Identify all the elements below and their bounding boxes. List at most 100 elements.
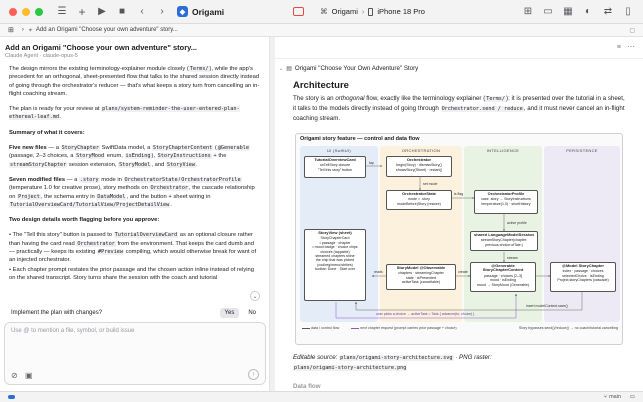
next-section-heading: Data flow	[293, 383, 321, 390]
yes-button[interactable]: Yes	[219, 308, 240, 318]
edge-label: create	[458, 270, 468, 274]
status-indicator-icon[interactable]	[8, 395, 15, 399]
document-icon: ▤	[286, 66, 292, 72]
scroll-down-button[interactable]: ⌄	[250, 291, 260, 301]
filter-icon[interactable]: ≡	[617, 44, 621, 51]
prompt-question: Implement the plan with changes?	[11, 310, 103, 316]
chat-heading: Two design details worth flagging before…	[9, 217, 160, 224]
chat-paragraph: • Each chapter prompt restates the prior…	[9, 266, 255, 281]
scheme-icon: ⌘	[320, 7, 328, 16]
device-icon	[368, 7, 374, 16]
attach-icon[interactable]: ⊘	[11, 371, 18, 380]
status-bar: ⑂ main ▭	[0, 391, 643, 402]
edge-label: insert modelContext.save()	[526, 304, 568, 308]
edge-label: reads	[374, 270, 383, 274]
edge-label: user picks a choice → activeTask = Task …	[376, 312, 475, 316]
chevron-right-icon: ›	[361, 7, 365, 16]
chat-heading: Summary of what it covers:	[9, 129, 85, 136]
chat-transcript: The design mirrors the existing terminol…	[9, 65, 261, 289]
document-pane: ≡ ⋯ ⌄ ▤ Origami "Choose Your Own Adventu…	[275, 37, 643, 391]
node-story-view: StoryView (sheet) StoryChapterCard • pass…	[304, 229, 366, 301]
panel-toggle-icon[interactable]: ▭	[630, 394, 635, 400]
approval-prompt: Implement the plan with changes? Yes No	[5, 306, 265, 320]
chat-paragraph: Seven modified files — a .story mode in …	[9, 176, 255, 208]
input-placeholder: Use @ to mention a file, symbol, or buil…	[11, 328, 135, 334]
branch-icon: ⑂	[603, 394, 608, 400]
scheme-selector[interactable]: ⌘ Origami › iPhone 18 Pro	[320, 7, 425, 16]
project-name: Origami	[192, 6, 225, 17]
node-orchestrator: Orchestrator begin(Story) · dismissStory(…	[386, 156, 452, 177]
edge-label: set mode	[423, 182, 437, 186]
origami-app-icon: ◆	[177, 6, 188, 17]
chat-paragraph: Five new files — a StoryChapter SwiftDat…	[9, 145, 251, 168]
inspector-icon[interactable]: ▯	[621, 5, 635, 19]
png-source-path[interactable]: plans/origami-story-architecture.png	[293, 365, 408, 371]
traffic-lights	[9, 7, 43, 16]
node-language-model-session: shared LanguageModelSession streamStoryCh…	[470, 231, 538, 251]
node-orchestrator-state: OrchestratorState mode = .story modeBefor…	[386, 190, 452, 210]
architecture-diagram: Origami story feature — control and data…	[295, 133, 623, 345]
conversation-pane: Add an Origami "Choose your own adventur…	[0, 37, 270, 391]
tab-label: Add an Origami "Choose your own adventur…	[35, 27, 178, 33]
close-window-button[interactable]	[9, 7, 17, 16]
send-button[interactable]: ↑	[248, 369, 259, 380]
library-icon[interactable]: ⊞	[521, 5, 535, 19]
diagram-legend: data / control flow next chapter request…	[302, 326, 618, 330]
branch-name: main	[609, 394, 621, 400]
editor-tab-bar: ⊞ › ✦ Add an Origami "Choose your own ad…	[0, 24, 643, 37]
grid-icon[interactable]: ⊞	[8, 26, 14, 34]
project-title[interactable]: ◆ Origami	[177, 6, 224, 17]
back-icon[interactable]: ‹	[135, 5, 149, 19]
chat-paragraph: The design mirrors the existing terminol…	[9, 66, 260, 97]
minimize-window-button[interactable]	[22, 7, 30, 16]
layout-icon[interactable]: ▭	[541, 5, 555, 19]
agent-icon: ✦	[27, 27, 33, 34]
doc-paragraph: The story is an orthogonal flow, exactly…	[293, 95, 625, 122]
disclosure-icon: ⌄	[279, 65, 284, 72]
toggle-icon[interactable]: ◐	[581, 5, 595, 19]
swap-icon[interactable]: ⇄	[601, 5, 615, 19]
app-window: ☰ + ▶ ■ ‹ › ◆ Origami ⌘ Origami › iPhone…	[0, 0, 643, 402]
more-icon[interactable]: ⋯	[627, 42, 635, 51]
lock-icon[interactable]: ▢	[629, 27, 635, 34]
section-heading: Architecture	[293, 80, 349, 91]
add-icon[interactable]: +	[75, 5, 89, 19]
legend-item: next chapter request (prompt carries pri…	[351, 326, 457, 330]
svg-source-path[interactable]: plans/origami-story-architecture.svg	[339, 355, 454, 361]
archive-icon[interactable]: ▦	[561, 5, 575, 19]
document-title: Origami "Choose Your Own Adventure" Stor…	[294, 65, 419, 72]
zoom-window-button[interactable]	[35, 7, 43, 16]
message-input[interactable]: Use @ to mention a file, symbol, or buil…	[4, 322, 266, 385]
agent-tab[interactable]: ✦ Add an Origami "Choose your own advent…	[28, 27, 178, 34]
title-bar: ☰ + ▶ ■ ‹ › ◆ Origami ⌘ Origami › iPhone…	[0, 0, 643, 24]
document-body: Architecture The story is an orthogonal …	[293, 81, 625, 123]
branch-indicator[interactable]: ⑂ main	[604, 394, 621, 400]
run-icon[interactable]: ▶	[95, 5, 109, 19]
source-note: Editable source: plans/origami-story-arc…	[293, 354, 492, 371]
no-button[interactable]: No	[243, 308, 261, 318]
edge-label: stream	[507, 256, 518, 260]
context-icon[interactable]: ▣	[25, 371, 33, 380]
node-story-chapter-model: @Model StoryChapter index · passage · cho…	[550, 262, 616, 292]
sidebar-toggle-icon[interactable]: ☰	[55, 5, 69, 19]
node-tutorial-overview-card: TutorialOverviewCard onTellStory closure …	[304, 156, 366, 178]
device-name: iPhone 18 Pro	[377, 7, 425, 16]
chat-paragraph: • The "Tell this story" button is passed…	[9, 232, 257, 264]
legend-item: Story bypasses send()/reduce() → no coac…	[518, 326, 618, 330]
conversation-subtitle: Claude Agent · claude-opus-5	[5, 53, 78, 59]
notifications-icon[interactable]	[293, 7, 305, 16]
forward-icon[interactable]: ›	[155, 5, 169, 19]
chat-paragraph: The plan is ready for your review at pla…	[9, 106, 240, 121]
document-header[interactable]: ⌄ ▤ Origami "Choose Your Own Adventure" …	[279, 65, 418, 72]
legend-item: data / control flow	[302, 326, 339, 330]
edge-label: active profile	[507, 221, 527, 225]
conversation-title: Add an Origami "Choose your own adventur…	[5, 43, 198, 52]
chevron-icon[interactable]: ›	[22, 27, 24, 33]
stop-icon[interactable]: ■	[115, 5, 129, 19]
document-toolbar: ≡ ⋯	[275, 37, 643, 59]
node-story-chapter-content: @Generable StoryChapterContent passage · …	[470, 262, 536, 292]
scheme-name: Origami	[331, 7, 358, 16]
edge-label: tap	[369, 161, 374, 165]
edge-label: is flag	[454, 192, 463, 196]
node-story-model: StoryModel @Observable chapters · streami…	[386, 264, 456, 290]
